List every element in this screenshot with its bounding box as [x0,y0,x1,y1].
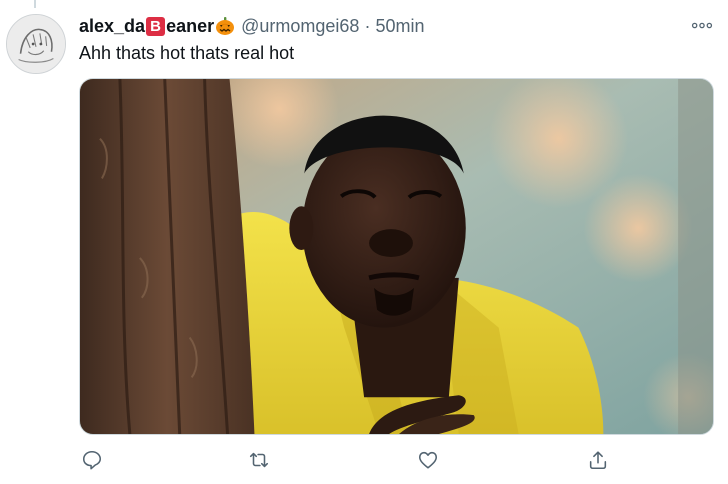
reply-icon[interactable] [79,447,105,473]
pumpkin-emoji-icon [215,16,235,36]
user-handle[interactable]: @urmomgei68 [241,16,359,37]
avatar[interactable] [6,14,66,74]
separator-dot: · [364,15,371,36]
avatar-sketch-image [7,15,65,73]
like-icon[interactable] [415,447,441,473]
more-icon[interactable] [690,16,714,34]
display-name-end: eaner [166,15,215,36]
share-icon[interactable] [585,447,611,473]
name-letter-badge: B [146,17,166,37]
thread-connector [34,0,36,8]
tweet-text: Ahh thats hot thats real hot [79,43,295,63]
timestamp[interactable]: 50min [375,16,424,37]
display-name[interactable]: alex_da Beaner [79,16,214,37]
tweet-media-image[interactable] [79,78,714,435]
tweet-card[interactable]: alex_da Beaner @urmomgei68 · 50min Ahh th… [0,0,728,484]
tweet-header: alex_da Beaner @urmomgei68 · 50min [79,14,424,38]
meme-photo [80,79,713,434]
retweet-icon[interactable] [246,447,272,473]
tweet-actions [79,447,714,473]
display-name-start: alex_da [79,15,146,36]
